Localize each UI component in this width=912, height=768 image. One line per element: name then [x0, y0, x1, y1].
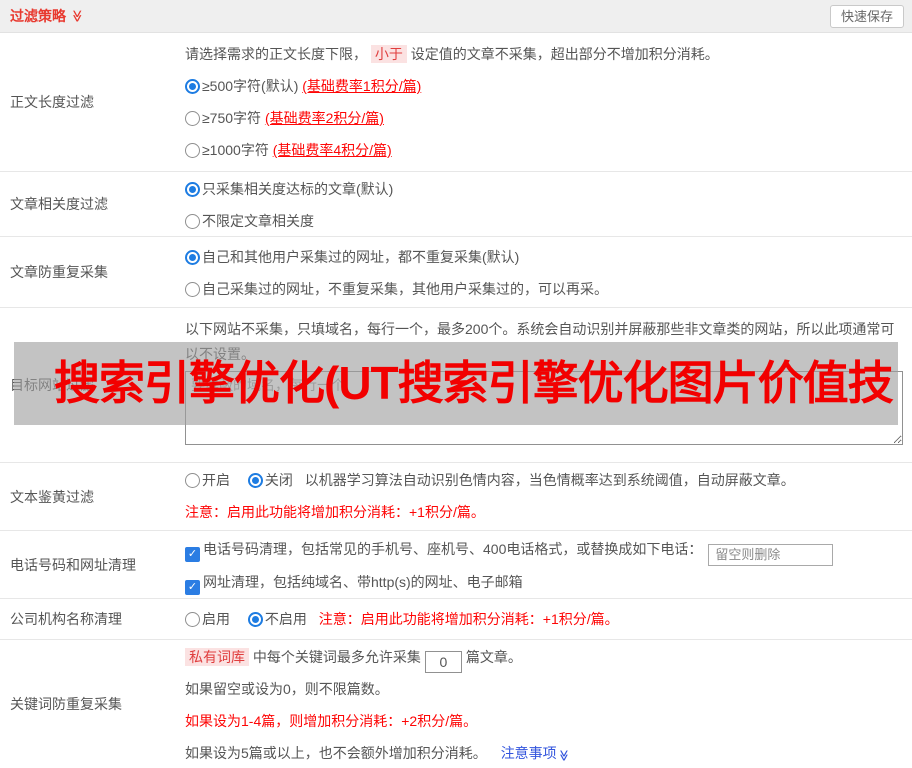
checkbox-option-row: 网址清理，包括纯域名、带http(s)的网址、电子邮箱: [185, 566, 903, 598]
row-phone-url-cleaning: 电话号码和网址清理 电话号码清理，包括常见的手机号、座机号、400电话格式，或替…: [0, 531, 912, 599]
radio-relevance-required[interactable]: [185, 182, 200, 197]
radio-option-row: ≥1000字符 (基础费率4积分/篇): [185, 134, 903, 166]
radio-option-row: 启用 不启用 注意：启用此功能将增加积分消耗：+1积分/篇。: [185, 603, 903, 635]
fee-note: (基础费率2积分/篇): [264, 110, 384, 126]
radio-500-chars[interactable]: [185, 79, 200, 94]
row-content: 电话号码清理，包括常见的手机号、座机号、400电话格式，或替换成如下电话： 网址…: [175, 531, 912, 598]
checkbox-url-cleaning[interactable]: [185, 579, 200, 595]
page-title[interactable]: 过滤策略: [10, 6, 84, 26]
row-content: 请选择需求的正文长度下限， 小于 设定值的文章不采集，超出部分不增加积分消耗。 …: [175, 33, 912, 171]
row-content: 开启 关闭 以机器学习算法自动识别色情内容，当色情概率达到系统阈值，自动屏蔽文章…: [175, 463, 912, 530]
radio-dedupe-self-only[interactable]: [185, 282, 200, 297]
notice-link[interactable]: 注意事项: [501, 745, 569, 761]
row-keyword-anti-duplicate: 关键词防重复采集 私有词库 中每个关键词最多允许采集篇文章。 如果留空或设为0，…: [0, 640, 912, 768]
row-label: 文章相关度过滤: [10, 196, 108, 212]
keyword-note-line: 如果留空或设为0，则不限篇数。: [185, 681, 389, 697]
radio-option-row: 不限定文章相关度: [185, 205, 903, 237]
watermark-text: 搜索引擎优化(UT搜索引擎优化图片价值技: [54, 357, 894, 409]
row-content: 只采集相关度达标的文章(默认) 不限定文章相关度: [175, 172, 912, 236]
chevron-double-down-icon: [71, 10, 83, 23]
checkbox-option-row: 电话号码清理，包括常见的手机号、座机号、400电话格式，或替换成如下电话：: [185, 533, 903, 566]
row-relevance-filter: 文章相关度过滤 只采集相关度达标的文章(默认) 不限定文章相关度: [0, 172, 912, 237]
keyword-limit-line: 私有词库 中每个关键词最多允许采集篇文章。: [185, 641, 903, 673]
radio-1000-chars[interactable]: [185, 143, 200, 158]
row-text-length-filter: 正文长度过滤 请选择需求的正文长度下限， 小于 设定值的文章不采集，超出部分不增…: [0, 33, 912, 172]
radio-option-row: ≥750字符 (基础费率2积分/篇): [185, 102, 903, 134]
radio-porn-filter-on[interactable]: [185, 473, 200, 488]
row-company-name-cleaning: 公司机构名称清理 启用 不启用 注意：启用此功能将增加积分消耗：+1积分/篇。: [0, 599, 912, 640]
fee-note: (基础费率1积分/篇): [302, 78, 422, 94]
company-clean-note: 注意：启用此功能将增加积分消耗：+1积分/篇。: [318, 611, 619, 627]
highlight-less-than: 小于: [370, 45, 407, 63]
filter-strategy-page: 过滤策略 快速保存 正文长度过滤 请选择需求的正文长度下限， 小于 设定值的文章…: [0, 0, 912, 768]
radio-dedupe-all-users[interactable]: [185, 250, 200, 265]
row-label: 关键词防重复采集: [10, 696, 122, 712]
radio-option-row: 开启 关闭 以机器学习算法自动识别色情内容，当色情概率达到系统阈值，自动屏蔽文章…: [185, 464, 903, 496]
replacement-phone-input[interactable]: [708, 543, 834, 566]
row-label: 公司机构名称清理: [10, 611, 122, 627]
intro-line: 请选择需求的正文长度下限， 小于 设定值的文章不采集，超出部分不增加积分消耗。: [185, 45, 719, 63]
keyword-fee-note-line: 如果设为1-4篇，则增加积分消耗：+2积分/篇。: [185, 713, 478, 729]
row-label: 正文长度过滤: [10, 94, 94, 110]
radio-750-chars[interactable]: [185, 111, 200, 126]
row-label: 文本鉴黄过滤: [10, 488, 94, 505]
radio-option-row: 自己采集过的网址，不重复采集，其他用户采集过的，可以再采。: [185, 273, 903, 305]
row-porn-filter: 文本鉴黄过滤 开启 关闭 以机器学习算法自动识别色情内容，当色情概率达到系统阈值…: [0, 463, 912, 531]
page-title-text: 过滤策略: [10, 8, 66, 24]
radio-company-clean-off[interactable]: [247, 612, 263, 627]
row-content: 自己和其他用户采集过的网址，都不重复采集(默认) 自己采集过的网址，不重复采集，…: [175, 237, 912, 307]
row-content: 启用 不启用 注意：启用此功能将增加积分消耗：+1积分/篇。: [175, 599, 912, 639]
keyword-limit-input[interactable]: [424, 651, 462, 673]
porn-filter-note: 注意：启用此功能将增加积分消耗：+1积分/篇。: [185, 504, 485, 520]
fee-note: (基础费率4积分/篇): [272, 142, 392, 158]
desc-line-1: 以下网站不采集，只填域名，每行一个，最多200个。系统会自动识别并屏蔽那些非文章…: [185, 321, 895, 337]
radio-porn-filter-off[interactable]: [247, 473, 263, 488]
radio-option-row: ≥500字符(默认) (基础费率1积分/篇): [185, 70, 903, 102]
watermark-overlay: 搜索引擎优化(UT搜索引擎优化图片价值技: [14, 342, 898, 425]
radio-company-clean-on[interactable]: [185, 612, 200, 627]
chevron-double-down-icon: [557, 750, 568, 762]
keyword-extra-note-line: 如果设为5篇或以上，也不会额外增加积分消耗。 注意事项: [185, 737, 903, 768]
highlight-private-thesaurus: 私有词库: [185, 648, 249, 666]
row-content: 私有词库 中每个关键词最多允许采集篇文章。 如果留空或设为0，则不限篇数。 如果…: [175, 640, 912, 768]
radio-option-row: 自己和其他用户采集过的网址，都不重复采集(默认): [185, 241, 903, 273]
checkbox-phone-cleaning[interactable]: [185, 547, 200, 562]
row-label: 电话号码和网址清理: [10, 556, 136, 573]
radio-relevance-unlimited[interactable]: [185, 214, 200, 229]
radio-option-row: 只采集相关度达标的文章(默认): [185, 173, 903, 205]
porn-filter-desc: 以机器学习算法自动识别色情内容，当色情概率达到系统阈值，自动屏蔽文章。: [304, 472, 795, 488]
quick-save-button[interactable]: 快速保存: [829, 4, 904, 28]
row-label: 文章防重复采集: [10, 264, 108, 280]
page-header: 过滤策略 快速保存: [0, 0, 912, 33]
row-anti-duplicate: 文章防重复采集 自己和其他用户采集过的网址，都不重复采集(默认) 自己采集过的网…: [0, 237, 912, 308]
